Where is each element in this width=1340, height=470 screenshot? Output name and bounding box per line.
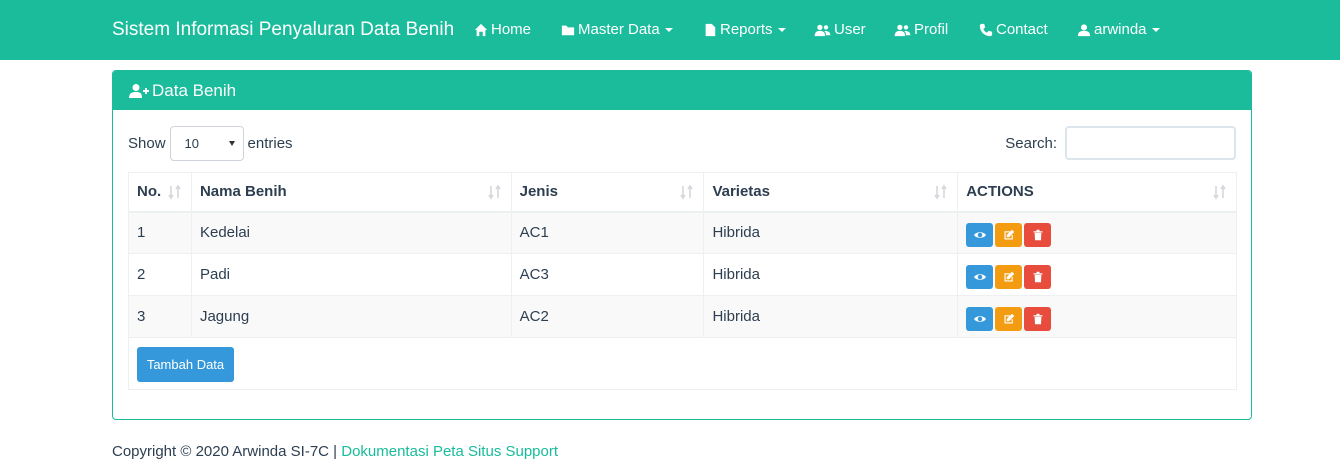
nav-label-contact: Contact (996, 21, 1048, 38)
data-benih-panel: Data Benih Show 10 entries Search: No. N… (112, 70, 1252, 420)
edit-icon (1004, 229, 1014, 240)
panel-heading: Data Benih (113, 71, 1251, 110)
delete-button[interactable] (1024, 264, 1052, 289)
entries-select-value: 10 (184, 136, 199, 151)
nav-label-account: arwinda (1094, 21, 1147, 38)
col-header-label: Jenis (519, 183, 558, 201)
entries-label: entries (247, 135, 293, 152)
cell-varietas: Hibrida (703, 253, 959, 296)
search-control: Search: (1005, 126, 1236, 160)
user-icon (1077, 23, 1091, 36)
nav-item-account[interactable]: arwinda (1077, 21, 1160, 38)
navbar: Sistem Informasi Penyaluran Data Benih H… (0, 0, 1340, 60)
col-header-label: ACTIONS (966, 183, 1034, 201)
cell-no: 3 (128, 295, 192, 338)
file-icon (705, 23, 716, 36)
eye-icon (973, 315, 986, 322)
nav-item-user[interactable]: User (814, 21, 866, 38)
cell-nama-benih: Jagung (190, 295, 512, 338)
view-button[interactable] (966, 222, 994, 247)
col-header-nama-benih[interactable]: Nama Benih (190, 172, 512, 213)
cell-jenis: AC2 (510, 295, 705, 338)
sort-icon (1213, 184, 1226, 200)
phone-icon (979, 23, 993, 36)
caret-down-icon (1151, 27, 1160, 32)
table-footer-row: Tambah Data (128, 337, 1237, 390)
eye-icon (973, 273, 986, 280)
sort-icon (487, 184, 501, 200)
sort-icon (680, 184, 694, 200)
search-input[interactable] (1065, 126, 1236, 160)
col-header-label: Varietas (712, 183, 770, 201)
caret-down-icon (777, 27, 786, 32)
table-row: 2 Padi AC3 Hibrida (128, 253, 1237, 296)
col-header-label: Nama Benih (199, 183, 287, 201)
footer: Copyright © 2020 Arwinda SI-7C | Dokumen… (112, 443, 558, 460)
caret-down-icon (664, 27, 673, 32)
delete-button[interactable] (1024, 306, 1052, 331)
nav-item-contact[interactable]: Contact (979, 21, 1048, 38)
col-header-label: No. (137, 183, 162, 201)
home-icon (474, 23, 488, 36)
navbar-brand[interactable]: Sistem Informasi Penyaluran Data Benih (112, 19, 454, 41)
trash-icon (1033, 271, 1043, 282)
cell-actions (957, 253, 1237, 296)
cell-nama-benih: Padi (190, 253, 512, 296)
nav-label-profil: Profil (914, 21, 949, 38)
nav-item-master-data[interactable]: Master Data (561, 21, 673, 38)
users-icon (814, 24, 831, 36)
sort-icon (168, 184, 181, 200)
users-icon (894, 24, 911, 36)
table-row: 3 Jagung AC2 Hibrida (128, 295, 1237, 338)
trash-icon (1033, 229, 1043, 240)
cell-varietas: Hibrida (703, 211, 959, 254)
nav-label-home: Home (491, 21, 532, 38)
edit-button[interactable] (995, 264, 1023, 289)
edit-button[interactable] (995, 222, 1023, 247)
footer-links[interactable]: Dokumentasi Peta Situs Support (341, 443, 558, 460)
col-header-jenis[interactable]: Jenis (510, 172, 705, 213)
cell-actions (957, 211, 1237, 254)
cell-varietas: Hibrida (703, 295, 959, 338)
data-table: No. Nama Benih Jenis Varietas ACTIONS 1 … (128, 172, 1237, 390)
nav-item-profil[interactable]: Profil (894, 21, 948, 38)
view-button[interactable] (966, 306, 994, 331)
cell-jenis: AC3 (510, 253, 705, 296)
cell-actions (957, 295, 1237, 338)
view-button[interactable] (966, 264, 994, 289)
nav-label-master-data: Master Data (578, 21, 660, 38)
length-control: Show 10 entries (128, 126, 293, 161)
table-row: 1 Kedelai AC1 Hibrida (128, 211, 1237, 254)
edit-icon (1004, 313, 1014, 323)
edit-button[interactable] (995, 306, 1023, 331)
cell-no: 1 (128, 211, 192, 254)
panel-title: Data Benih (152, 80, 237, 100)
show-label: Show (128, 135, 166, 152)
trash-icon (1033, 313, 1043, 324)
cell-jenis: AC1 (510, 211, 705, 254)
cell-nama-benih: Kedelai (190, 211, 512, 254)
search-label: Search: (1005, 134, 1057, 152)
delete-button[interactable] (1024, 222, 1052, 247)
copyright-text: Copyright © 2020 Arwinda SI-7C | (112, 443, 342, 460)
sort-icon (934, 184, 947, 200)
folder-icon (561, 25, 575, 35)
select-caret-icon (228, 141, 235, 146)
nav-label-reports: Reports (720, 21, 773, 38)
table-header-row: No. Nama Benih Jenis Varietas ACTIONS (128, 172, 1237, 213)
col-header-actions[interactable]: ACTIONS (957, 172, 1237, 213)
edit-icon (1004, 271, 1014, 281)
tambah-data-button[interactable]: Tambah Data (137, 347, 234, 382)
col-header-varietas[interactable]: Varietas (703, 172, 959, 213)
user-plus-icon (129, 83, 149, 98)
add-cell: Tambah Data (128, 337, 1237, 390)
col-header-no[interactable]: No. (128, 172, 192, 213)
entries-select[interactable]: 10 (169, 126, 244, 161)
nav-label-user: User (834, 21, 866, 38)
nav-item-home[interactable]: Home (474, 21, 531, 38)
eye-icon (973, 231, 986, 238)
cell-no: 2 (128, 253, 192, 296)
nav-item-reports[interactable]: Reports (703, 21, 786, 38)
